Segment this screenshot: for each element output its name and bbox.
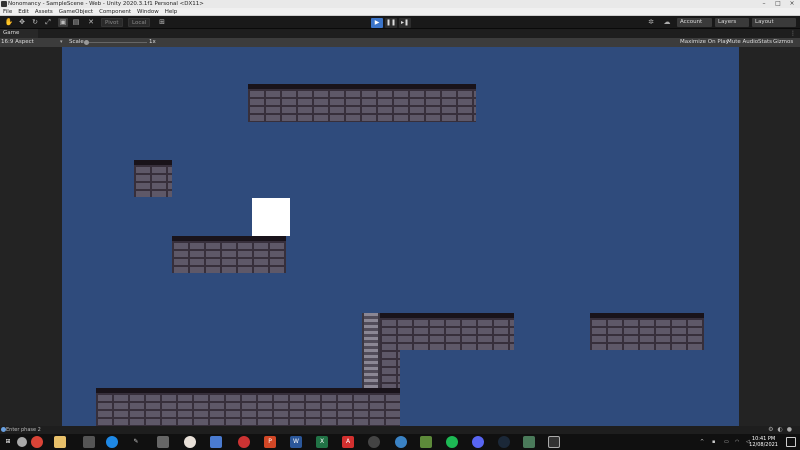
spotify-icon[interactable] <box>446 436 458 448</box>
rotate-tool-icon[interactable]: ↻ <box>30 18 40 27</box>
collab-icon[interactable]: ✲ <box>646 18 656 27</box>
gizmos-dropdown[interactable]: Gizmos <box>773 38 793 47</box>
account-dropdown[interactable]: Account <box>677 18 712 27</box>
wifi-icon[interactable]: ◠ <box>735 434 739 450</box>
unity-taskbar-icon[interactable] <box>548 436 560 448</box>
layers-dropdown[interactable]: Layers <box>715 18 749 27</box>
top-platform <box>248 84 476 122</box>
window-controls: – □ × <box>758 0 798 8</box>
app-icon-globe[interactable] <box>395 436 407 448</box>
menu-gameobject[interactable]: GameObject <box>56 8 96 15</box>
menu-help[interactable]: Help <box>162 8 181 15</box>
unity-editor-window: Nonomancy - SampleScene - Web - Unity 20… <box>0 0 800 450</box>
stats-toggle[interactable]: Stats <box>758 38 772 47</box>
status-icons: ⚙◐● <box>768 426 796 433</box>
move-tool-icon[interactable]: ✥ <box>17 18 27 27</box>
windows-start-icon[interactable]: ⊞ <box>2 436 14 448</box>
menu-component[interactable]: Component <box>96 8 134 15</box>
right-platform <box>380 313 514 350</box>
taskbar-clock[interactable]: 10:41 PM 12/08/2021 <box>749 436 778 448</box>
menu-assets[interactable]: Assets <box>32 8 56 15</box>
acrobat-icon[interactable]: A <box>342 436 354 448</box>
app-icon-green[interactable] <box>523 436 535 448</box>
transform-tool-icon[interactable]: ▤ <box>71 18 81 27</box>
scale-slider[interactable] <box>87 42 147 43</box>
menu-file[interactable]: File <box>0 8 15 15</box>
pause-button[interactable]: ❚❚ <box>385 18 397 28</box>
scale-tool-icon[interactable]: ⤢ <box>43 18 53 27</box>
local-toggle[interactable]: Local <box>128 18 151 27</box>
excel-icon[interactable]: X <box>316 436 328 448</box>
tab-menu-icon[interactable]: ⋮ <box>790 29 796 38</box>
status-bar: Enter phase 2 ⚙◐● <box>0 426 800 434</box>
scale-value: 1x <box>149 39 156 45</box>
player-square <box>252 198 290 236</box>
notification-icon[interactable] <box>786 437 796 447</box>
play-button[interactable]: ▶ <box>371 18 383 28</box>
game-tab-label: Game <box>3 30 20 36</box>
app-icon-red[interactable] <box>238 436 250 448</box>
rect-tool-icon[interactable]: ▣ <box>58 18 68 27</box>
status-message[interactable]: Enter phase 2 <box>6 426 41 434</box>
file-explorer-icon[interactable] <box>54 436 66 448</box>
scale-slider-handle[interactable] <box>84 40 89 45</box>
app-icon-gray[interactable] <box>157 436 169 448</box>
layout-dropdown[interactable]: Layout <box>752 18 796 27</box>
menu-window[interactable]: Window <box>134 8 162 15</box>
window-title: Nonomancy - SampleScene - Web - Unity 20… <box>8 1 204 7</box>
powerpoint-icon[interactable]: P <box>264 436 276 448</box>
title-bar: Nonomancy - SampleScene - Web - Unity 20… <box>0 0 800 8</box>
game-controls-bar: 16:9 Aspect ▾ Scale 1x Maximize On Play … <box>0 38 800 47</box>
app-icon-blue[interactable] <box>106 436 118 448</box>
aspect-dropdown[interactable]: 16:9 Aspect <box>1 38 34 47</box>
small-block <box>134 160 172 197</box>
grid-snap-icon[interactable]: ⊞ <box>157 18 167 27</box>
chevron-down-icon: ▾ <box>60 39 63 45</box>
game-view[interactable] <box>62 47 739 426</box>
pivot-toggle[interactable]: Pivot <box>101 18 123 27</box>
custom-tool-icon[interactable]: ✕ <box>86 18 96 27</box>
minimize-icon[interactable]: – <box>758 0 770 8</box>
game-tab-bar: Game ⋮ <box>0 29 800 38</box>
maximize-icon[interactable]: □ <box>772 0 784 8</box>
cloud-icon[interactable]: ☁ <box>662 18 672 27</box>
unity-logo-icon <box>1 1 7 7</box>
hand-tool-icon[interactable]: ✋ <box>4 18 14 27</box>
app-icon-light[interactable] <box>184 436 196 448</box>
battery-icon: ▭ <box>724 439 729 445</box>
step-button[interactable]: ▸❚ <box>399 18 411 28</box>
mute-audio-toggle[interactable]: Mute Audio <box>727 38 758 47</box>
menu-edit[interactable]: Edit <box>15 8 32 15</box>
tab-game[interactable]: Game <box>0 29 38 38</box>
tray-app-icon[interactable]: ▪ <box>712 434 715 450</box>
middle-platform <box>172 236 286 273</box>
close-icon[interactable]: × <box>786 0 798 8</box>
menu-bar: File Edit Assets GameObject Component Wi… <box>0 8 800 16</box>
search-icon[interactable] <box>17 437 27 447</box>
minecraft-icon[interactable] <box>420 436 432 448</box>
app-icon-doc[interactable] <box>210 436 222 448</box>
steam-icon[interactable] <box>498 436 510 448</box>
ground-platform <box>96 388 400 426</box>
pen-icon[interactable]: ✎ <box>130 436 142 448</box>
windows-taskbar: ⊞ ✎ P W X A ^ ▪ ▭ ◠ ◁ 10:41 PM 12/08/202… <box>0 434 800 450</box>
clock-date: 12/08/2021 <box>749 442 778 448</box>
discord-icon[interactable] <box>472 436 484 448</box>
far-right-platform <box>590 313 704 350</box>
pillar <box>362 313 380 391</box>
chrome-icon[interactable] <box>31 436 43 448</box>
tray-chevron-icon[interactable]: ^ <box>700 434 704 450</box>
mail-icon[interactable] <box>83 436 95 448</box>
scale-label: Scale <box>69 39 84 45</box>
main-toolbar: ✋ ✥ ↻ ⤢ ▣ ▤ ✕ Pivot Local ⊞ ▶ ❚❚ ▸❚ ✲ ☁ … <box>0 16 800 29</box>
word-icon[interactable]: W <box>290 436 302 448</box>
app-icon-circle[interactable] <box>368 436 380 448</box>
maximize-on-play-toggle[interactable]: Maximize On Play <box>680 38 729 47</box>
